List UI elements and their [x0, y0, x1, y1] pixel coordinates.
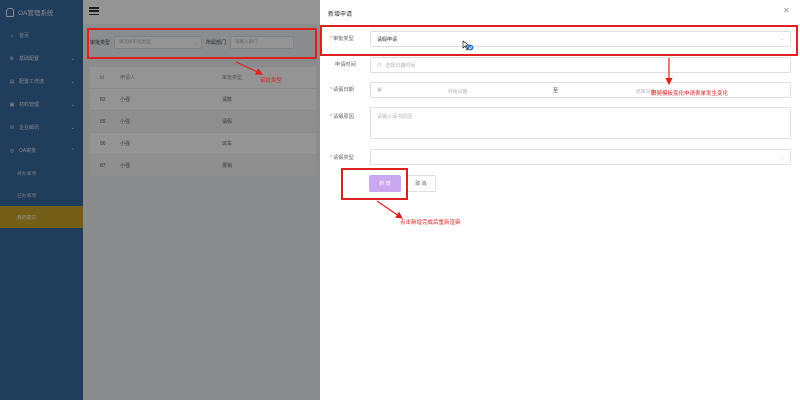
annotation-button-note: 点击新增完成后重新渲染 — [400, 220, 461, 226]
annotation-box-submit — [341, 168, 408, 200]
form-row-reason: *请假原因 — [330, 113, 368, 120]
drawer-title: 新增申请 — [328, 12, 353, 18]
reason-textarea[interactable]: 请输入请书原因 — [370, 107, 791, 139]
annotation-form-note: 跟随模板变化申请表单发生变化 — [651, 91, 729, 97]
apply-time-placeholder: 选择日期时间 — [385, 62, 416, 69]
annotation-box-filter — [87, 28, 317, 59]
leave-type-label: *请假类型 — [330, 155, 354, 161]
calendar-icon: ▦ — [377, 87, 382, 93]
required-mark: * — [330, 87, 333, 93]
clock-icon: ◷ — [377, 62, 382, 68]
cancel-button[interactable]: 取 消 — [406, 175, 436, 192]
reason-placeholder: 请输入请书原因 — [377, 114, 413, 120]
close-icon[interactable]: ✕ — [783, 6, 790, 15]
form-row-leave-type: *请假类型 — [330, 154, 368, 161]
required-mark: * — [330, 114, 333, 120]
apply-time-picker[interactable]: ◷ 选择日期时间 — [370, 57, 791, 73]
reason-label: *请假原因 — [330, 114, 354, 120]
leave-date-label: *请假日期 — [330, 87, 354, 93]
required-mark: * — [330, 155, 333, 161]
annotation-box-approval-type — [320, 25, 798, 56]
range-separator: 至 — [553, 88, 559, 94]
form-row-apply-time: 申请时间 — [330, 61, 368, 68]
pointer-cursor-icon — [462, 40, 474, 51]
apply-time-label: 申请时间 — [335, 62, 356, 68]
annotation-filter-note: 审批类型 — [260, 78, 283, 84]
modal-overlay[interactable] — [0, 0, 320, 400]
range-start-placeholder: 开始日期 — [448, 90, 468, 95]
form-row-leave-date: *请假日期 — [330, 86, 368, 93]
chevron-down-icon: ⌄ — [780, 154, 784, 159]
leave-type-select[interactable]: ⌄ — [370, 149, 791, 165]
